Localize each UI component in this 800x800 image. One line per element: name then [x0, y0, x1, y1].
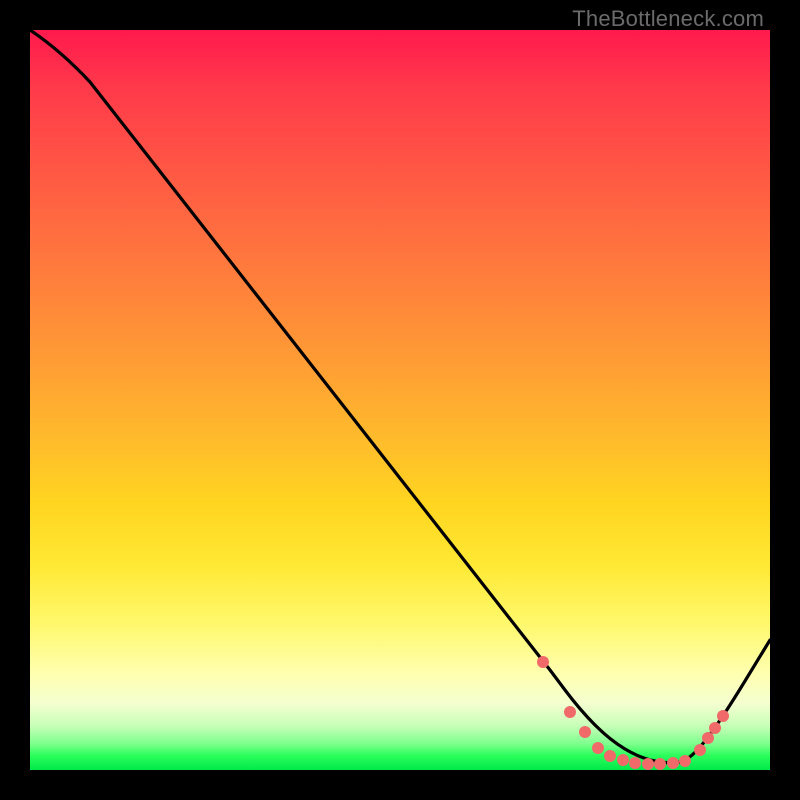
chart-frame — [30, 30, 770, 770]
highlight-dot — [667, 757, 679, 769]
highlight-dot — [679, 755, 691, 767]
highlight-dot — [629, 757, 641, 769]
bottleneck-curve — [30, 30, 770, 763]
highlight-dot — [654, 758, 666, 770]
highlight-dot — [579, 726, 591, 738]
highlight-dot — [709, 722, 721, 734]
chart-overlay — [30, 30, 770, 770]
highlight-dot — [702, 732, 714, 744]
highlight-dot — [642, 758, 654, 770]
highlight-dot — [617, 754, 629, 766]
highlight-dot — [592, 742, 604, 754]
watermark-text: TheBottleneck.com — [572, 6, 764, 32]
curve-group — [30, 30, 770, 763]
highlight-dot — [537, 656, 549, 668]
highlight-dot — [604, 750, 616, 762]
highlight-dot — [694, 744, 706, 756]
highlight-dot — [717, 710, 729, 722]
highlight-dot — [564, 706, 576, 718]
